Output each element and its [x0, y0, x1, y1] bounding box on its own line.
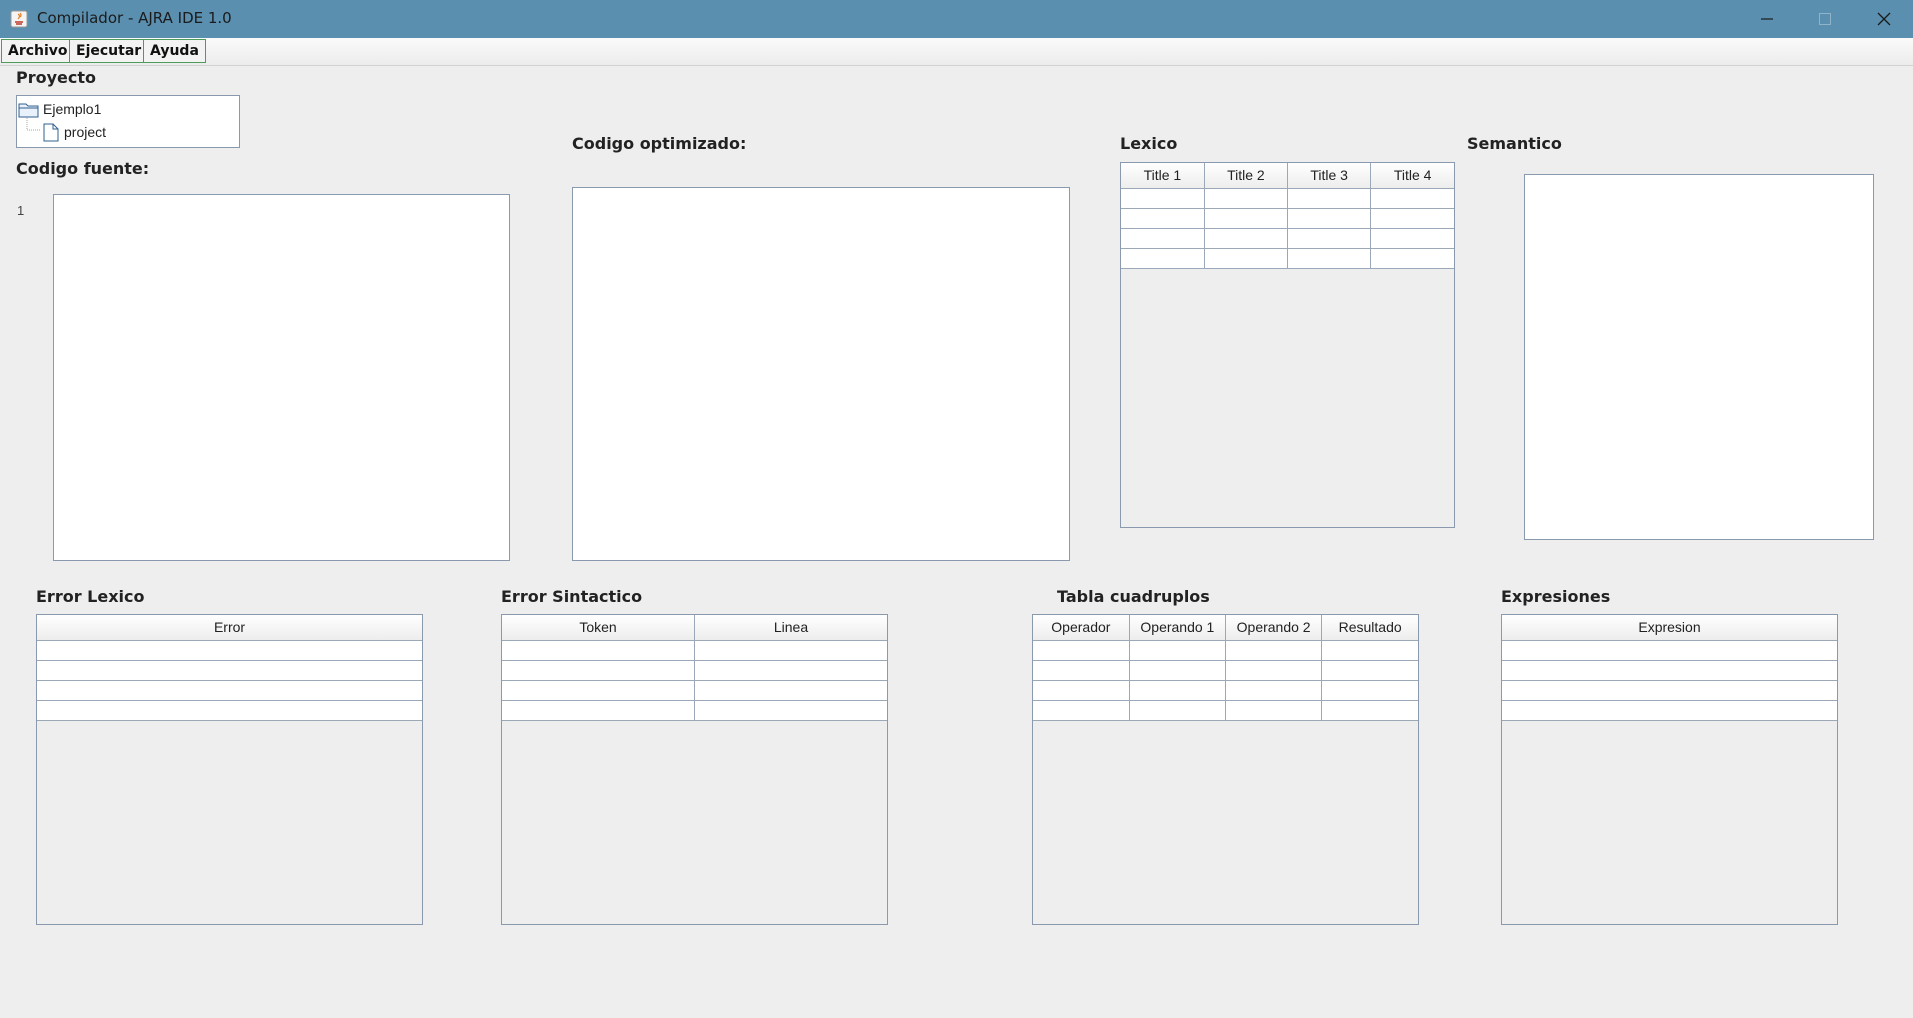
window-title: Compilador - AJRA IDE 1.0 [37, 9, 232, 27]
lexico-grid: Title 1 Title 2 Title 3 Title 4 [1121, 163, 1454, 269]
table-row[interactable] [1121, 247, 1454, 269]
table-row[interactable] [1033, 679, 1418, 701]
lexico-col-1[interactable]: Title 1 [1121, 163, 1205, 189]
tree-child-label: project [64, 124, 107, 140]
table-row[interactable] [1033, 659, 1418, 681]
error-sintactico-grid: Token Linea [502, 615, 887, 721]
source-code-editor[interactable] [53, 194, 510, 561]
semantico-heading: Semantico [1467, 134, 1562, 153]
optimized-heading: Codigo optimizado: [572, 134, 747, 153]
table-row[interactable] [37, 679, 422, 701]
table-row[interactable] [1121, 207, 1454, 229]
folder-open-icon [18, 103, 39, 118]
table-row[interactable] [1502, 679, 1837, 701]
semantico-area[interactable] [1524, 174, 1874, 540]
table-row[interactable] [1502, 639, 1837, 661]
cuadruplos-table[interactable]: Operador Operando 1 Operando 2 Resultado [1032, 614, 1419, 925]
table-row[interactable] [502, 699, 887, 721]
lexico-heading: Lexico [1120, 134, 1178, 153]
error-sintactico-table[interactable]: Token Linea [501, 614, 888, 925]
table-row[interactable] [502, 659, 887, 681]
error-lexico-col-error[interactable]: Error [37, 615, 422, 641]
tree-root-label: Ejemplo1 [43, 101, 102, 117]
lexico-table[interactable]: Title 1 Title 2 Title 3 Title 4 [1120, 162, 1455, 528]
table-row[interactable] [37, 639, 422, 661]
expresiones-table[interactable]: Expresion [1501, 614, 1838, 925]
lexico-col-4[interactable]: Title 4 [1370, 163, 1454, 189]
maximize-icon [1819, 13, 1831, 25]
title-bar[interactable]: Compilador - AJRA IDE 1.0 [0, 0, 1913, 38]
table-row[interactable] [1033, 699, 1418, 721]
error-lexico-heading: Error Lexico [36, 587, 145, 606]
error-sintactico-heading: Error Sintactico [501, 587, 643, 606]
tree-node-child[interactable]: project [43, 122, 163, 144]
menu-ejecutar[interactable]: Ejecutar [69, 39, 149, 63]
expresiones-col-expresion[interactable]: Expresion [1502, 615, 1837, 641]
cuadruplos-col-operando-2[interactable]: Operando 2 [1224, 615, 1323, 641]
table-row[interactable] [1121, 227, 1454, 249]
close-icon [1877, 12, 1891, 26]
cuadruplos-col-operador[interactable]: Operador [1033, 615, 1130, 641]
line-number: 1 [17, 203, 25, 218]
cuadruplos-col-operando-1[interactable]: Operando 1 [1128, 615, 1227, 641]
error-lexico-grid: Error [37, 615, 422, 721]
menu-archivo[interactable]: Archivo [1, 39, 75, 63]
table-row[interactable] [1502, 699, 1837, 721]
file-icon [43, 123, 59, 142]
project-tree[interactable]: Ejemplo1 project [16, 95, 240, 148]
table-row[interactable] [502, 639, 887, 661]
minimize-button[interactable] [1738, 0, 1796, 38]
lexico-col-3[interactable]: Title 3 [1286, 163, 1372, 189]
error-sintactico-col-linea[interactable]: Linea [694, 615, 887, 641]
expresiones-grid: Expresion [1502, 615, 1837, 721]
table-row[interactable] [1121, 187, 1454, 209]
tree-connector-line [26, 118, 41, 131]
table-row[interactable] [502, 679, 887, 701]
expresiones-heading: Expresiones [1501, 587, 1611, 606]
tree-node-root[interactable]: Ejemplo1 [18, 99, 218, 121]
cuadruplos-col-resultado[interactable]: Resultado [1321, 615, 1418, 641]
menu-bar: Archivo Ejecutar Ayuda [0, 38, 1913, 66]
table-row[interactable] [1502, 659, 1837, 681]
java-app-icon [10, 10, 28, 28]
close-button[interactable] [1855, 0, 1913, 38]
optimized-code-area[interactable] [572, 187, 1070, 561]
source-heading: Codigo fuente: [16, 159, 150, 178]
table-row[interactable] [37, 659, 422, 681]
cuadruplos-grid: Operador Operando 1 Operando 2 Resultado [1033, 615, 1418, 721]
project-heading: Proyecto [16, 68, 97, 87]
lexico-col-2[interactable]: Title 2 [1203, 163, 1289, 189]
table-row[interactable] [1033, 639, 1418, 661]
menu-ayuda[interactable]: Ayuda [143, 39, 206, 63]
error-lexico-table[interactable]: Error [36, 614, 423, 925]
table-row[interactable] [37, 699, 422, 721]
error-sintactico-col-token[interactable]: Token [502, 615, 695, 641]
cuadruplos-heading: Tabla cuadruplos [1057, 587, 1210, 606]
minimize-icon [1761, 18, 1773, 20]
maximize-button[interactable] [1796, 0, 1854, 38]
